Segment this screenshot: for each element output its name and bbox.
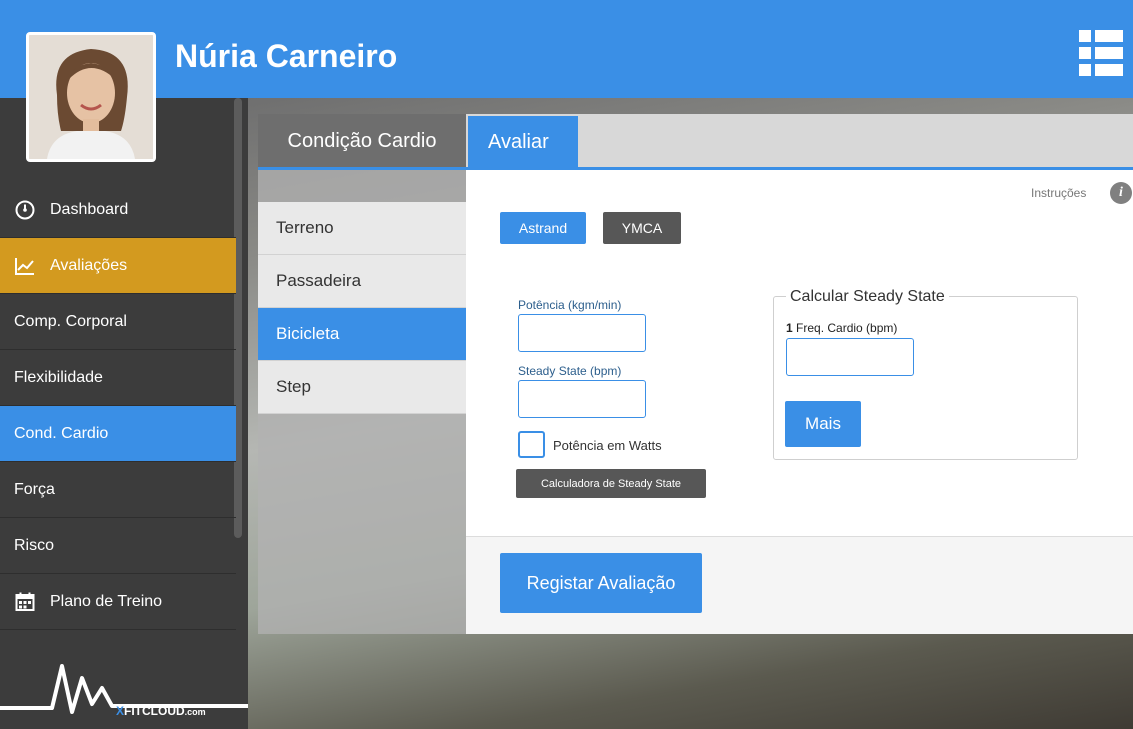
top-header-bar	[0, 0, 1133, 98]
subnav-item-terreno[interactable]: Terreno	[258, 202, 466, 255]
calendar-icon	[14, 591, 36, 613]
sidebar-item-label: Dashboard	[50, 200, 129, 218]
profile-photo[interactable]	[26, 32, 156, 162]
sidebar-item-flexibilidade[interactable]: Flexibilidade	[0, 350, 236, 406]
steady-state-calculator-button[interactable]: Calculadora de Steady State	[516, 469, 706, 498]
logo-wordmark: XFITCLOUD.com	[116, 704, 206, 718]
freq-cardio-input[interactable]	[786, 338, 914, 376]
info-icon[interactable]: i	[1110, 182, 1132, 204]
sidebar-item-avaliacoes[interactable]: Avaliações	[0, 238, 236, 294]
sidebar-item-label: Flexibilidade	[14, 368, 103, 386]
steady-state-box-title: Calcular Steady State	[786, 288, 949, 306]
instructions-link[interactable]: Instruções	[1031, 186, 1086, 200]
line-chart-icon	[14, 255, 36, 277]
sidebar-item-plano-de-treino[interactable]: Plano de Treino	[0, 574, 236, 630]
sidebar-item-label: Força	[14, 480, 55, 498]
sidebar-item-label: Plano de Treino	[50, 592, 163, 610]
sidebar-item-forca[interactable]: Força	[0, 462, 236, 518]
steady-state-input[interactable]	[518, 380, 646, 418]
tab-avaliar[interactable]: Avaliar	[468, 116, 578, 168]
potencia-input[interactable]	[518, 314, 646, 352]
subnav-item-passadeira[interactable]: Passadeira	[258, 255, 466, 308]
registar-avaliacao-button[interactable]: Registar Avaliação	[500, 553, 702, 613]
subnav-item-bicicleta[interactable]: Bicicleta	[258, 308, 466, 361]
mais-button[interactable]: Mais	[785, 401, 861, 447]
list-menu-icon[interactable]	[1079, 30, 1123, 76]
sidebar-item-label: Avaliações	[50, 256, 128, 274]
subnav-item-step[interactable]: Step	[258, 361, 466, 414]
dashboard-gauge-icon	[14, 199, 36, 221]
watts-checkbox-label: Potência em Watts	[553, 438, 662, 453]
sidebar-item-label: Risco	[14, 536, 55, 554]
watts-checkbox[interactable]	[518, 431, 545, 458]
astrand-button[interactable]: Astrand	[500, 212, 586, 244]
user-name: Núria Carneiro	[175, 38, 398, 74]
ymca-button[interactable]: YMCA	[603, 212, 681, 244]
sidebar-item-dashboard[interactable]: Dashboard	[0, 182, 236, 238]
steady-state-label: Steady State (bpm)	[518, 364, 622, 378]
freq-cardio-index: 1	[786, 321, 793, 335]
sidebar-item-label: Cond. Cardio	[14, 424, 109, 442]
section-title: Condição Cardio	[258, 114, 466, 168]
freq-cardio-label: 1 Freq. Cardio (bpm)	[786, 321, 897, 335]
sidebar-item-risco[interactable]: Risco	[0, 518, 236, 574]
sidebar-item-cond-cardio[interactable]: Cond. Cardio	[0, 406, 236, 462]
sidebar-item-comp-corporal[interactable]: Comp. Corporal	[0, 294, 236, 350]
potencia-label: Potência (kgm/min)	[518, 298, 622, 312]
xfitcloud-logo: XFITCLOUD.com	[0, 648, 248, 729]
sidebar-item-label: Comp. Corporal	[14, 312, 127, 330]
freq-cardio-text: Freq. Cardio (bpm)	[796, 321, 898, 335]
